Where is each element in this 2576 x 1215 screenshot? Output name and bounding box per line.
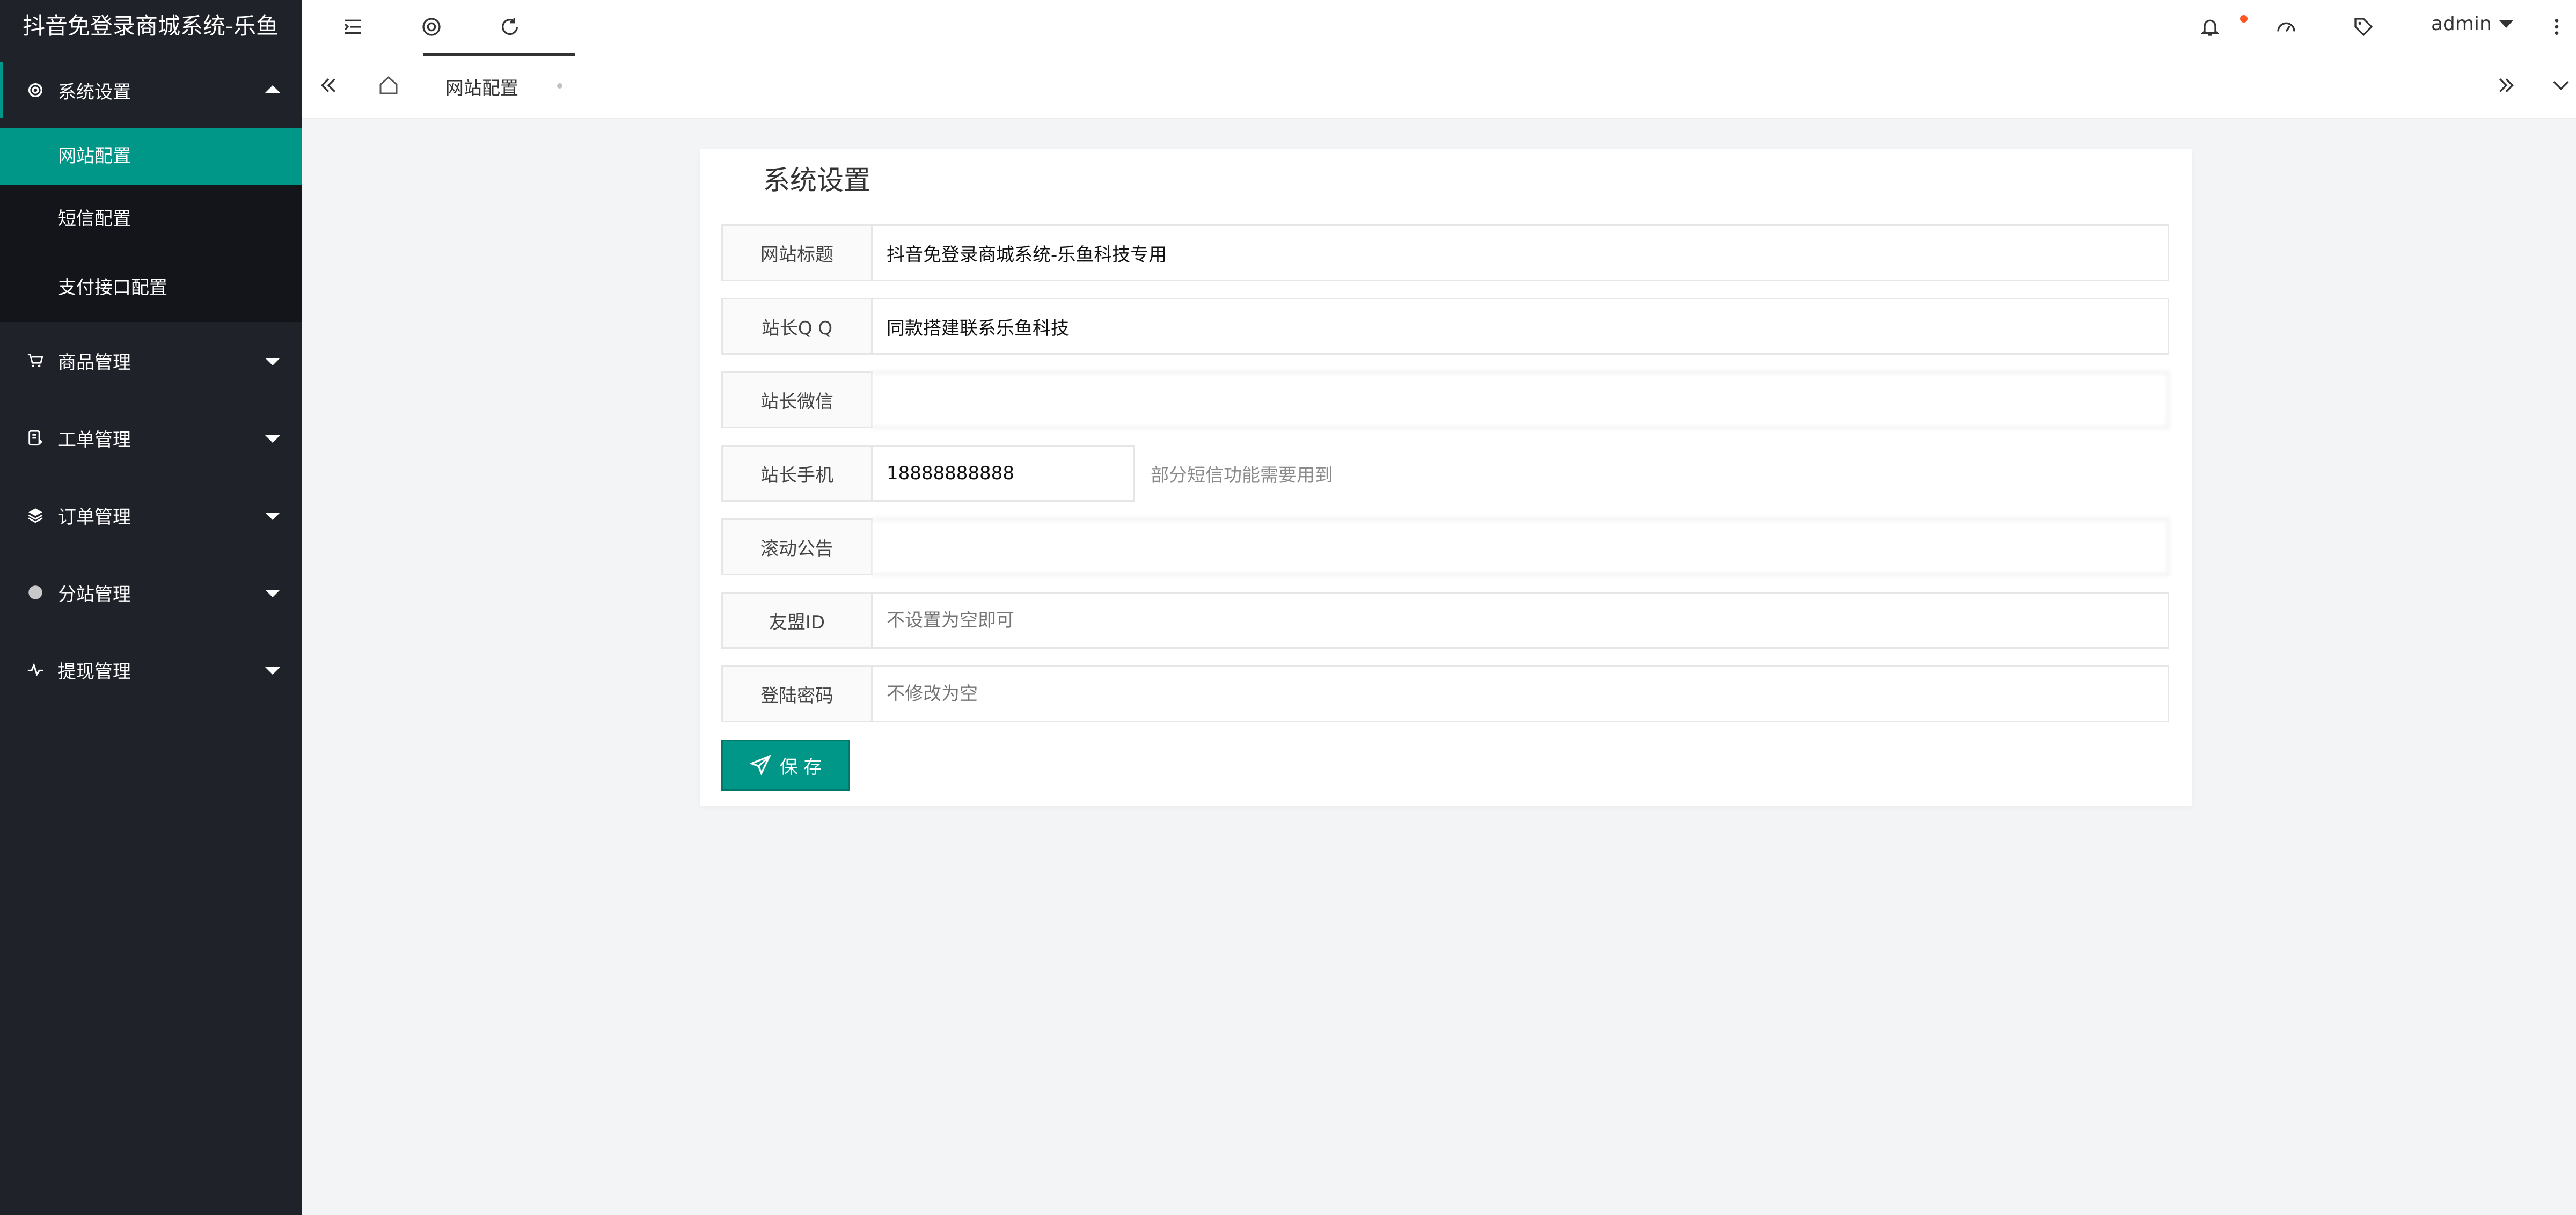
card-title: 系统设置 [763,165,870,196]
top-header: admin [302,0,2576,53]
circle-icon [25,582,46,603]
user-menu[interactable]: admin [2431,13,2513,35]
field-label: 网站标题 [721,224,873,281]
subnav-sms-config[interactable]: 短信配置 [0,185,302,253]
menu-fold-icon[interactable] [340,14,366,40]
tabs-scroll-left-icon[interactable] [316,72,341,98]
subnav-payment-config[interactable]: 支付接口配置 [0,253,302,322]
caret-down-icon [2499,20,2513,28]
field-label: 友盟ID [721,592,873,649]
phone-hint: 部分短信功能需要用到 [1151,464,1333,486]
chevron-down-icon [265,590,280,597]
nav-withdraw-management[interactable]: 提现管理 [0,631,302,708]
theme-icon[interactable] [419,14,444,40]
nav-order-management-label: 订单管理 [58,506,131,528]
nav-group-system-settings: 系统设置 网站配置 短信配置 支付接口配置 [0,53,302,322]
close-icon[interactable] [557,83,562,89]
save-button-label: 保 存 [779,756,822,778]
nav-order-management[interactable]: 订单管理 [0,477,302,554]
umeng-id-input[interactable] [873,592,2169,649]
nav-substation-management[interactable]: 分站管理 [0,554,302,631]
chevron-down-icon [265,667,280,675]
refresh-icon[interactable] [497,14,523,40]
tabs-scroll-right-icon[interactable] [2493,72,2519,98]
nav-substation-management-label: 分站管理 [58,583,131,605]
field-label: 站长微信 [721,371,873,428]
nav-ticket-management[interactable]: 工单管理 [0,399,302,477]
form-row-wechat: 站长微信 [721,371,2169,428]
nav-system-settings-label: 系统设置 [58,81,131,103]
stack-icon [25,504,46,526]
qq-input[interactable] [873,298,2169,355]
chevron-down-icon [265,358,280,365]
form-row-notice: 滚动公告 [721,518,2169,575]
nav-system-settings[interactable]: 系统设置 [0,53,302,128]
tab-site-config[interactable]: 网站配置 [423,53,575,116]
submenu-system-settings: 网站配置 短信配置 支付接口配置 [0,128,302,322]
nav-ticket-management-label: 工单管理 [58,429,131,451]
scroll-notice-input[interactable] [873,518,2169,575]
form-row-qq: 站长Q Q [721,298,2169,355]
home-icon[interactable] [376,72,401,98]
password-input[interactable] [873,665,2169,722]
chevron-down-icon[interactable] [2548,72,2574,98]
phone-input[interactable] [873,445,1135,502]
subnav-site-config[interactable]: 网站配置 [0,128,302,185]
chevron-down-icon [265,513,280,520]
form-row-password: 登陆密码 [721,665,2169,722]
gear-icon [25,79,46,101]
nav-product-management-label: 商品管理 [58,352,131,374]
field-label: 站长Q Q [721,298,873,355]
save-button[interactable]: 保 存 [721,740,850,791]
form-row-umeng-id: 友盟ID [721,592,2169,649]
cart-icon [25,350,46,371]
nav-product-management[interactable]: 商品管理 [0,322,302,399]
app-title: 抖音免登录商城系统-乐鱼 [0,0,302,53]
notification-badge [2240,15,2248,23]
settings-card: 系统设置 网站标题 站长Q Q 站长微信 站长手机 部分短信功能需要用到 滚动公… [700,149,2192,806]
username: admin [2431,13,2492,35]
bell-icon[interactable] [2197,14,2223,40]
field-label: 登陆密码 [721,665,873,722]
field-label: 站长手机 [721,445,873,502]
chevron-up-icon [265,85,280,93]
tag-icon[interactable] [2351,14,2376,40]
sidebar: 抖音免登录商城系统-乐鱼 系统设置 网站配置 短信配置 支付接口配置 商品管理 … [0,0,302,1215]
tabs-bar: 网站配置 [302,53,2576,119]
nav-withdraw-management-label: 提现管理 [58,661,131,683]
send-icon [749,755,771,776]
pulse-icon [25,659,46,680]
chevron-down-icon [265,435,280,443]
dashboard-icon[interactable] [2273,14,2299,40]
wechat-input[interactable] [873,371,2169,428]
form-row-site-title: 网站标题 [721,224,2169,281]
field-label: 滚动公告 [721,518,873,575]
form-row-phone: 站长手机 部分短信功能需要用到 [721,445,1333,502]
site-title-input[interactable] [873,224,2169,281]
tab-site-config-label: 网站配置 [445,77,518,99]
ticket-icon [25,427,46,449]
more-vertical-icon[interactable] [2544,14,2570,40]
